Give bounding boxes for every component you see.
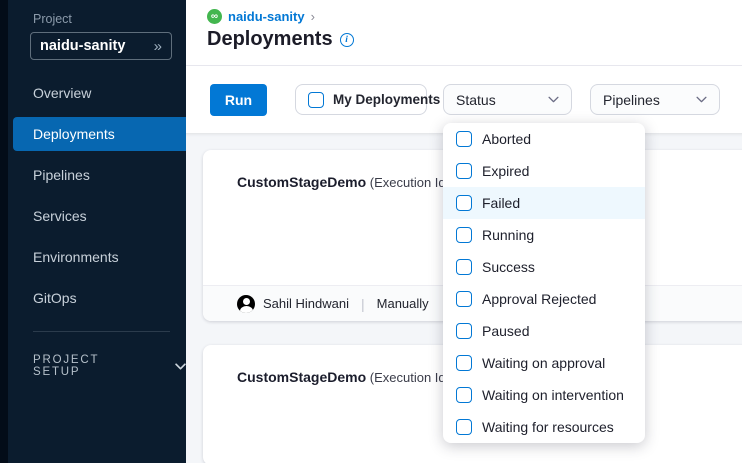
breadcrumb-project-link[interactable]: naidu-sanity bbox=[228, 9, 305, 24]
checkbox[interactable] bbox=[456, 291, 472, 307]
expand-sidebar-icon[interactable]: » bbox=[154, 39, 162, 54]
menu-item-success[interactable]: Success bbox=[443, 251, 645, 283]
menu-item-expired[interactable]: Expired bbox=[443, 155, 645, 187]
app-window: Project naidu-sanity » Overview Deployme… bbox=[0, 0, 742, 463]
sidebar-item-pipelines[interactable]: Pipelines bbox=[8, 158, 186, 192]
user-avatar-icon bbox=[237, 295, 255, 313]
project-setup-label: PROJECT SETUP bbox=[33, 354, 147, 378]
breadcrumb-chevron-icon: › bbox=[311, 9, 315, 24]
sidebar-item-services[interactable]: Services bbox=[8, 199, 186, 233]
checkbox[interactable] bbox=[456, 387, 472, 403]
menu-item-waiting-on-intervention[interactable]: Waiting on intervention bbox=[443, 379, 645, 411]
breadcrumb: ∞ naidu-sanity › bbox=[207, 9, 742, 24]
triggered-by-user: Sahil Hindwani bbox=[263, 296, 349, 311]
chevron-down-icon bbox=[548, 96, 559, 103]
sidebar-divider bbox=[33, 331, 170, 332]
sidebar-item-gitops[interactable]: GitOps bbox=[8, 281, 186, 315]
trigger-type: Manually bbox=[377, 296, 429, 311]
checkbox[interactable] bbox=[456, 195, 472, 211]
project-setup-toggle[interactable]: PROJECT SETUP bbox=[33, 354, 186, 378]
sidebar-item-environments[interactable]: Environments bbox=[8, 240, 186, 274]
pipelines-filter-dropdown[interactable]: Pipelines bbox=[590, 84, 720, 115]
menu-item-paused[interactable]: Paused bbox=[443, 315, 645, 347]
checkbox[interactable] bbox=[456, 323, 472, 339]
status-filter-label: Status bbox=[456, 92, 496, 108]
menu-item-waiting-for-resources[interactable]: Waiting for resources bbox=[443, 411, 645, 443]
menu-item-approval-rejected[interactable]: Approval Rejected bbox=[443, 283, 645, 315]
project-selector[interactable]: naidu-sanity » bbox=[30, 32, 172, 60]
sidebar-item-deployments[interactable]: Deployments bbox=[13, 117, 186, 151]
chevron-down-icon bbox=[175, 363, 186, 370]
checkbox[interactable] bbox=[456, 259, 472, 275]
info-icon[interactable]: i bbox=[340, 33, 354, 47]
footer-divider: | bbox=[357, 296, 369, 312]
my-deployments-label: My Deployments bbox=[333, 92, 440, 107]
checkbox[interactable] bbox=[456, 227, 472, 243]
status-filter-menu: Aborted Expired Failed Running Success A… bbox=[443, 123, 645, 443]
chevron-down-icon bbox=[696, 96, 707, 103]
project-sidebar: Project naidu-sanity » Overview Deployme… bbox=[8, 0, 186, 463]
menu-item-failed[interactable]: Failed bbox=[443, 187, 645, 219]
page-title: Deployments bbox=[207, 28, 333, 51]
my-deployments-checkbox[interactable] bbox=[308, 92, 324, 108]
checkbox[interactable] bbox=[456, 163, 472, 179]
my-deployments-toggle[interactable]: My Deployments bbox=[295, 84, 427, 115]
status-filter-dropdown[interactable]: Status bbox=[443, 84, 572, 115]
menu-item-aborted[interactable]: Aborted bbox=[443, 123, 645, 155]
sidebar-nav: Overview Deployments Pipelines Services … bbox=[8, 76, 186, 315]
module-nav-strip[interactable] bbox=[0, 0, 8, 463]
menu-item-running[interactable]: Running bbox=[443, 219, 645, 251]
checkbox[interactable] bbox=[456, 419, 472, 435]
project-label: Project bbox=[33, 12, 186, 26]
checkbox[interactable] bbox=[456, 131, 472, 147]
sidebar-item-overview[interactable]: Overview bbox=[8, 76, 186, 110]
run-button[interactable]: Run bbox=[210, 84, 267, 116]
project-name: naidu-sanity bbox=[40, 38, 125, 54]
pipelines-filter-label: Pipelines bbox=[603, 92, 660, 108]
cd-module-icon: ∞ bbox=[207, 9, 222, 24]
menu-item-waiting-on-approval[interactable]: Waiting on approval bbox=[443, 347, 645, 379]
checkbox[interactable] bbox=[456, 355, 472, 371]
page-header: ∞ naidu-sanity › Deployments i bbox=[186, 0, 742, 66]
